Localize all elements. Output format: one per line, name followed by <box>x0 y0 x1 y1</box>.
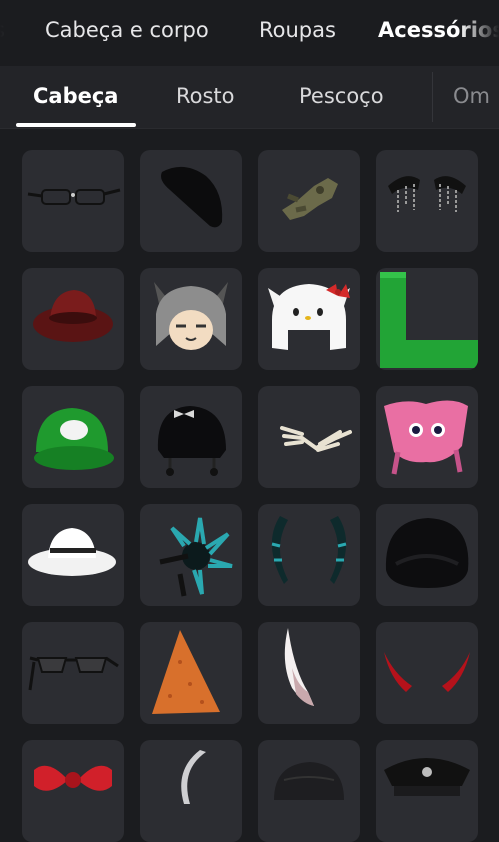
subtab-shoulders-partial[interactable]: Om <box>453 84 490 108</box>
subtab-face[interactable]: Rosto <box>176 84 235 108</box>
item-tile[interactable] <box>140 504 242 606</box>
orange-chip-icon <box>152 630 220 714</box>
item-tile[interactable] <box>22 150 124 252</box>
gray-cat-hair-icon <box>154 282 228 350</box>
subtab-divider <box>432 72 433 122</box>
red-cowboy-hat-icon <box>33 290 113 342</box>
hello-kitty-hat-icon <box>268 284 350 350</box>
black-cap-icon <box>274 762 344 800</box>
red-bow-icon <box>34 765 112 791</box>
item-tile[interactable] <box>258 150 360 252</box>
teal-horns-icon <box>271 516 347 584</box>
item-tile[interactable] <box>22 268 124 370</box>
pink-creature-hat-icon <box>384 400 468 475</box>
active-tab-indicator <box>16 123 136 127</box>
item-tile[interactable] <box>258 740 360 842</box>
item-tile[interactable] <box>376 740 478 842</box>
right-fade <box>459 0 499 66</box>
white-cowboy-hat-icon <box>28 528 116 576</box>
teal-spike-crown-icon <box>159 517 233 597</box>
category-tab-clothing[interactable]: Roupas <box>259 18 336 42</box>
subtab-neck[interactable]: Pescoço <box>299 84 384 108</box>
item-tile[interactable] <box>376 386 478 488</box>
item-tile[interactable] <box>258 504 360 606</box>
item-tile[interactable] <box>140 150 242 252</box>
skeleton-hands-icon <box>280 426 352 452</box>
subtab-head[interactable]: Cabeça <box>33 84 118 108</box>
chain-hair-clips-icon <box>388 176 466 212</box>
item-tile[interactable] <box>258 386 360 488</box>
item-tile[interactable] <box>258 268 360 370</box>
sunglasses-icon <box>28 656 119 691</box>
item-tile[interactable] <box>22 622 124 724</box>
item-tile[interactable] <box>376 622 478 724</box>
black-hood-icon <box>385 518 469 588</box>
item-tile[interactable] <box>140 268 242 370</box>
item-tile[interactable] <box>22 386 124 488</box>
subcategory-tab-bar: Cabeça Rosto Pescoço Om <box>0 66 499 129</box>
left-fade <box>0 0 40 66</box>
red-devil-horns-icon <box>384 652 470 692</box>
black-bow-beanie-icon <box>157 406 226 476</box>
green-cap-icon <box>34 408 114 470</box>
green-letter-l-icon <box>380 272 478 368</box>
item-tile[interactable] <box>22 740 124 842</box>
black-beret-icon <box>161 166 223 228</box>
police-hat-icon <box>384 758 470 796</box>
white-horn-icon <box>284 628 314 706</box>
item-tile[interactable] <box>376 268 478 370</box>
camo-glove-icon <box>282 178 338 220</box>
item-tile[interactable] <box>376 150 478 252</box>
item-tile[interactable] <box>376 504 478 606</box>
item-tile[interactable] <box>22 504 124 606</box>
category-tab-bar: s Cabeça e corpo Roupas Acessórios <box>0 0 499 66</box>
rimless-glasses-icon <box>27 188 121 205</box>
item-tile[interactable] <box>258 622 360 724</box>
item-tile[interactable] <box>140 740 242 842</box>
silver-crescent-icon <box>181 750 206 804</box>
category-tab-head-body[interactable]: Cabeça e corpo <box>45 18 209 42</box>
item-tile[interactable] <box>140 386 242 488</box>
item-tile[interactable] <box>140 622 242 724</box>
